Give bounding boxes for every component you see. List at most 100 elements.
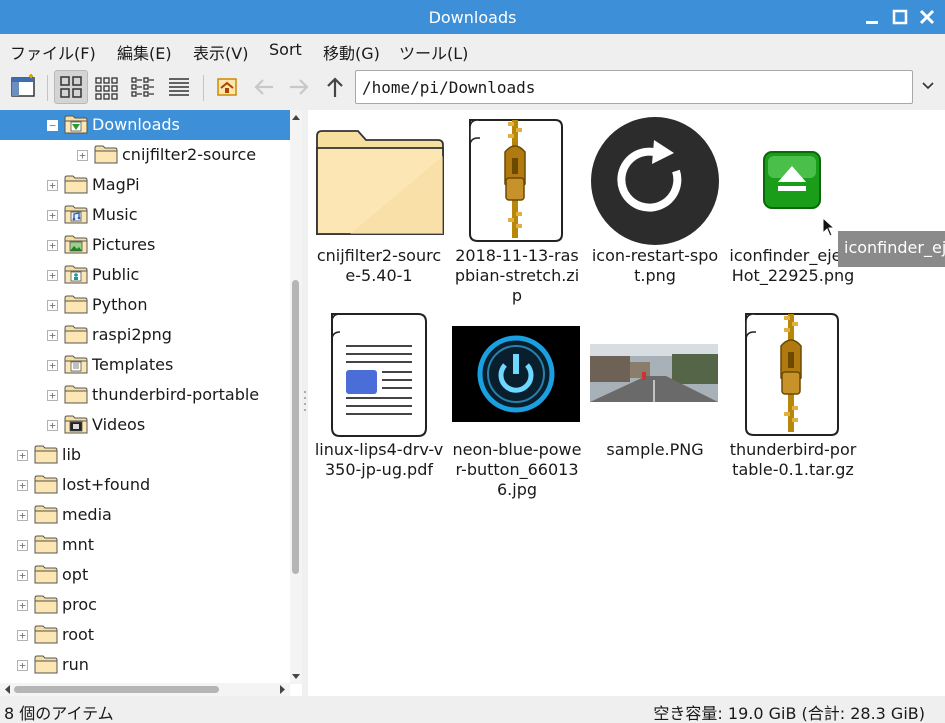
- toolbar-separator: [47, 75, 48, 101]
- tree-horizontal-scrollbar[interactable]: [0, 683, 290, 696]
- tree-item-media[interactable]: + media: [0, 500, 290, 530]
- tree-item-opt[interactable]: + opt: [0, 560, 290, 590]
- file-item[interactable]: sample.PNG: [586, 310, 724, 460]
- folder-icon: [34, 655, 58, 674]
- free-space: 空き容量: 19.0 GiB (合計: 28.3 GiB): [653, 704, 925, 723]
- tree-vertical-scrollbar[interactable]: [290, 110, 302, 684]
- menu-edit[interactable]: 編集(E): [117, 40, 172, 64]
- up-arrow-icon: [327, 77, 343, 97]
- scroll-left-icon: [5, 685, 10, 694]
- forward-button[interactable]: [282, 70, 316, 104]
- tree-item-magpi[interactable]: + MagPi: [0, 170, 290, 200]
- expand-icon[interactable]: +: [77, 150, 88, 161]
- scrollbar-thumb[interactable]: [292, 280, 299, 574]
- download-folder-icon: [64, 115, 88, 134]
- new-window-button[interactable]: [7, 70, 41, 104]
- home-button[interactable]: [210, 70, 244, 104]
- expand-icon[interactable]: +: [47, 300, 58, 311]
- file-item[interactable]: linux-lips4-drv-v350-jp-ug.pdf: [310, 310, 448, 480]
- file-item[interactable]: 2018-11-13-raspbian-stretch.zip: [448, 116, 586, 306]
- tree-item-lost-found[interactable]: + lost+found: [0, 470, 290, 500]
- scrollbar-thumb[interactable]: [14, 686, 219, 693]
- list-view-icon: [169, 78, 189, 96]
- tree-item-thunderbird-portable[interactable]: + thunderbird-portable: [0, 380, 290, 410]
- tree-item-label: lib: [62, 445, 82, 464]
- tree-item-music[interactable]: + Music: [0, 200, 290, 230]
- menu-sort[interactable]: Sort: [269, 40, 302, 59]
- maximize-button[interactable]: [890, 7, 910, 27]
- tree-item-run[interactable]: + run: [0, 650, 290, 680]
- minimize-button[interactable]: [862, 7, 882, 27]
- expand-icon[interactable]: +: [47, 420, 58, 431]
- expand-icon[interactable]: +: [47, 360, 58, 371]
- file-item[interactable]: icon-restart-spot.png: [586, 116, 724, 286]
- icon-view-icon: [60, 76, 82, 98]
- expand-icon[interactable]: +: [47, 240, 58, 251]
- menu-view[interactable]: 表示(V): [193, 40, 248, 64]
- expand-icon[interactable]: +: [17, 570, 28, 581]
- tree-item-mnt[interactable]: + mnt: [0, 530, 290, 560]
- thumbnail-view-button[interactable]: [90, 70, 124, 104]
- menu-file[interactable]: ファイル(F): [10, 40, 96, 64]
- folder-icon: [34, 564, 58, 585]
- tree-item-raspi2png[interactable]: + raspi2png: [0, 320, 290, 350]
- path-dropdown-button[interactable]: [916, 70, 940, 104]
- tree-item-label: Music: [92, 205, 138, 224]
- expand-icon[interactable]: +: [47, 390, 58, 401]
- collapse-icon[interactable]: −: [47, 120, 58, 131]
- icon-view-button[interactable]: [54, 70, 88, 104]
- folder-icon: [64, 324, 88, 345]
- expand-icon[interactable]: +: [17, 630, 28, 641]
- tree-item-pictures[interactable]: + Pictures: [0, 230, 290, 260]
- thumbnail-view-icon: [95, 77, 118, 100]
- file-item[interactable]: cnijfilter2-source-5.40-1: [310, 116, 448, 286]
- tree-item-cnijfilter2-source[interactable]: + cnijfilter2-source: [0, 140, 290, 170]
- close-button[interactable]: [917, 7, 937, 27]
- expand-icon[interactable]: +: [47, 330, 58, 341]
- tree-item-label: lost+found: [62, 475, 151, 494]
- expand-icon[interactable]: +: [47, 180, 58, 191]
- tree-item-proc[interactable]: + proc: [0, 590, 290, 620]
- scroll-right-icon: [280, 685, 285, 694]
- menu-tools[interactable]: ツール(L): [399, 40, 468, 64]
- tree-item-videos[interactable]: + Videos: [0, 410, 290, 440]
- document-icon: [310, 310, 448, 440]
- expand-icon[interactable]: +: [17, 540, 28, 551]
- folder-icon: [94, 144, 118, 165]
- expand-icon[interactable]: +: [17, 600, 28, 611]
- tree-item-downloads[interactable]: − Downloads: [0, 110, 290, 140]
- compact-view-icon: [131, 77, 154, 97]
- minimize-icon: [866, 21, 878, 24]
- tree-item-public[interactable]: + Public: [0, 260, 290, 290]
- folder-icon: [64, 175, 88, 194]
- zip-archive-icon: [724, 310, 862, 440]
- expand-icon[interactable]: +: [47, 210, 58, 221]
- folder-icon: [64, 174, 88, 195]
- expand-icon[interactable]: +: [17, 450, 28, 461]
- back-button[interactable]: [247, 70, 281, 104]
- tree-item-python[interactable]: + Python: [0, 290, 290, 320]
- music-folder-icon: [64, 205, 88, 224]
- tree-item-label: Templates: [92, 355, 174, 374]
- tree-item-root[interactable]: + root: [0, 620, 290, 650]
- expand-icon[interactable]: +: [17, 480, 28, 491]
- tree-item-templates[interactable]: + Templates: [0, 350, 290, 380]
- folder-icon: [34, 444, 58, 465]
- up-button[interactable]: [318, 70, 352, 104]
- file-item[interactable]: neon-blue-power-button_660136.jpg: [448, 310, 586, 500]
- folder-icon: [34, 505, 58, 524]
- expand-icon[interactable]: +: [47, 270, 58, 281]
- expand-icon[interactable]: +: [17, 660, 28, 671]
- file-name: neon-blue-power-button_660136.jpg: [452, 440, 582, 499]
- menu-bar: ファイル(F) 編集(E) 表示(V) Sort 移動(G) ツール(L): [0, 34, 945, 66]
- file-name: linux-lips4-drv-v350-jp-ug.pdf: [314, 440, 444, 479]
- file-name: icon-restart-spot.png: [591, 246, 719, 285]
- tree-item-label: Public: [92, 265, 140, 284]
- expand-icon[interactable]: +: [17, 510, 28, 521]
- path-input[interactable]: /home/pi/Downloads: [355, 70, 913, 104]
- list-view-button[interactable]: [162, 70, 196, 104]
- tree-item-lib[interactable]: + lib: [0, 440, 290, 470]
- file-item[interactable]: thunderbird-portable-0.1.tar.gz: [724, 310, 862, 480]
- menu-go[interactable]: 移動(G): [323, 40, 380, 64]
- compact-view-button[interactable]: [126, 70, 160, 104]
